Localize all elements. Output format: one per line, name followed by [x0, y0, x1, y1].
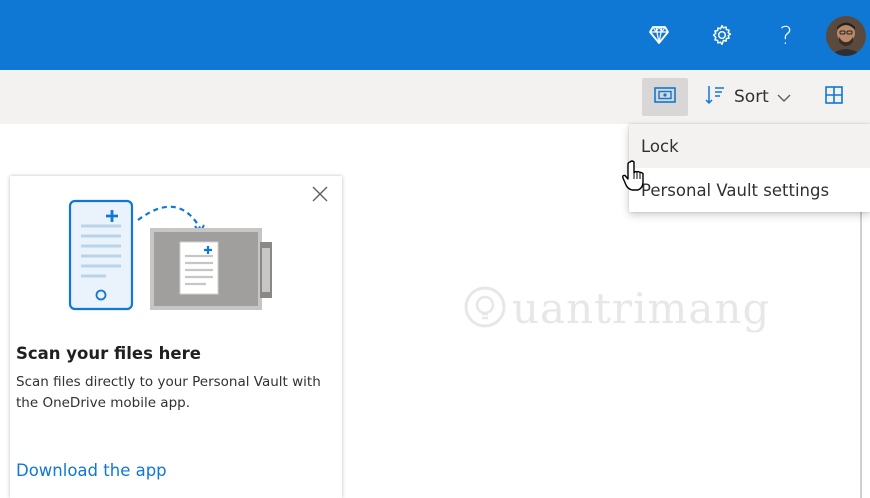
vault-options-menu: Lock Personal Vault settings [629, 124, 870, 212]
scan-to-vault-illustration [68, 199, 272, 311]
grid-view-icon [825, 86, 843, 108]
chevron-down-icon [777, 88, 791, 107]
pane-divider [860, 210, 862, 498]
help-icon: ? [779, 20, 793, 50]
personal-vault-icon [654, 87, 676, 107]
scan-files-card: Scan your files here Scan files directly… [10, 176, 342, 498]
avatar[interactable] [826, 16, 866, 56]
watermark-logo-icon [462, 284, 508, 334]
menu-item-vault-settings[interactable]: Personal Vault settings [629, 168, 870, 212]
card-title: Scan your files here [16, 344, 201, 363]
personal-vault-button[interactable] [642, 78, 688, 116]
command-bar: Sort [0, 70, 870, 124]
download-app-link[interactable]: Download the app [16, 461, 167, 480]
diamond-icon [649, 26, 669, 44]
sort-label: Sort [734, 87, 769, 107]
menu-item-lock[interactable]: Lock [629, 124, 870, 168]
card-description: Scan files directly to your Personal Vau… [16, 374, 321, 411]
sort-arrows-icon [704, 84, 726, 110]
close-icon [312, 186, 328, 206]
help-button[interactable]: ? [764, 13, 808, 57]
watermark-text: uantrimang [512, 284, 771, 333]
settings-button[interactable] [700, 13, 744, 57]
premium-button[interactable] [637, 13, 681, 57]
close-card-button[interactable] [306, 182, 334, 210]
view-options-button[interactable] [814, 78, 854, 116]
app-header: ? [0, 0, 870, 70]
gear-icon [711, 24, 733, 46]
watermark: uantrimang [462, 284, 770, 334]
sort-button[interactable]: Sort [700, 78, 804, 116]
